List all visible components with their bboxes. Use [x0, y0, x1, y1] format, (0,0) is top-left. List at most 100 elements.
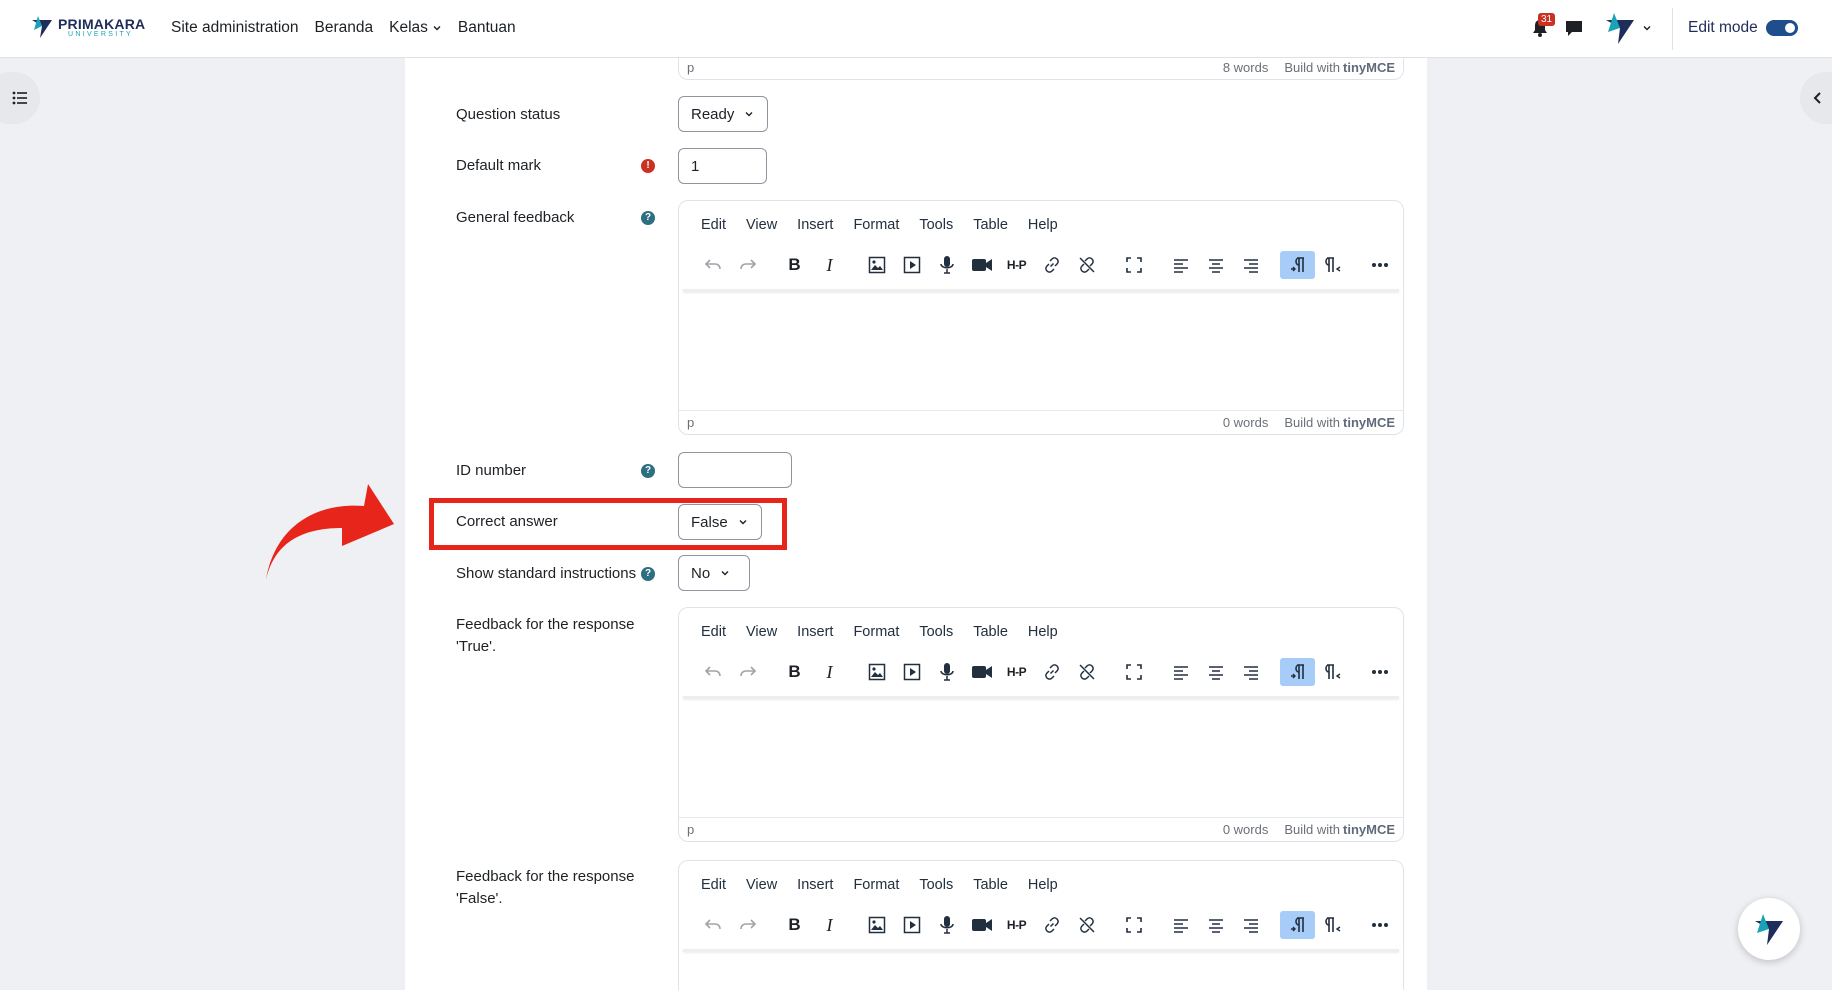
ltr-icon[interactable]	[1280, 911, 1315, 939]
course-index-toggle[interactable]	[0, 72, 40, 124]
link-icon[interactable]	[1034, 251, 1069, 279]
floating-assistant-button[interactable]	[1738, 898, 1800, 960]
microphone-icon[interactable]	[929, 658, 964, 686]
undo-icon[interactable]	[695, 251, 730, 279]
align-right-icon[interactable]	[1233, 911, 1268, 939]
help-icon[interactable]: ?	[641, 211, 655, 225]
id-number-input[interactable]	[678, 452, 792, 488]
italic-icon[interactable]: I	[812, 658, 847, 686]
ltr-icon[interactable]	[1280, 658, 1315, 686]
align-left-icon[interactable]	[1163, 911, 1198, 939]
tinymce-brand[interactable]: tinyMCE	[1343, 415, 1395, 430]
menu-help[interactable]: Help	[1028, 217, 1058, 233]
fullscreen-icon[interactable]	[1116, 251, 1151, 279]
menu-tools[interactable]: Tools	[919, 217, 953, 233]
menu-edit[interactable]: Edit	[701, 877, 726, 893]
general-feedback-editor[interactable]: Edit View Insert Format Tools Table Help…	[678, 200, 1404, 435]
media-icon[interactable]	[894, 911, 929, 939]
align-right-icon[interactable]	[1233, 251, 1268, 279]
nav-beranda[interactable]: Beranda	[315, 19, 374, 37]
menu-help[interactable]: Help	[1028, 624, 1058, 640]
link-icon[interactable]	[1034, 658, 1069, 686]
feedback-false-editor[interactable]: Edit View Insert Format Tools Table Help…	[678, 860, 1404, 990]
align-left-icon[interactable]	[1163, 658, 1198, 686]
nav-kelas[interactable]: Kelas	[389, 19, 442, 37]
menu-table[interactable]: Table	[973, 217, 1008, 233]
menu-format[interactable]: Format	[853, 624, 899, 640]
menu-insert[interactable]: Insert	[797, 624, 833, 640]
align-right-icon[interactable]	[1233, 658, 1268, 686]
menu-insert[interactable]: Insert	[797, 877, 833, 893]
default-mark-input[interactable]: 1	[678, 148, 767, 184]
menu-insert[interactable]: Insert	[797, 217, 833, 233]
fullscreen-icon[interactable]	[1116, 911, 1151, 939]
video-icon[interactable]	[964, 911, 999, 939]
tinymce-brand[interactable]: tinyMCE	[1343, 822, 1395, 837]
align-center-icon[interactable]	[1198, 911, 1233, 939]
user-menu[interactable]	[1602, 10, 1652, 46]
menu-help[interactable]: Help	[1028, 877, 1058, 893]
bold-icon[interactable]: B	[777, 251, 812, 279]
site-logo[interactable]: PRIMAKARA UNIVERSITY	[30, 14, 145, 40]
italic-icon[interactable]: I	[812, 911, 847, 939]
redo-icon[interactable]	[730, 251, 765, 279]
tinymce-brand[interactable]: tinyMCE	[1343, 60, 1395, 75]
rtl-icon[interactable]	[1315, 658, 1350, 686]
block-drawer-toggle[interactable]	[1800, 72, 1832, 124]
media-icon[interactable]	[894, 658, 929, 686]
bold-icon[interactable]: B	[777, 658, 812, 686]
help-icon[interactable]: ?	[641, 567, 655, 581]
media-icon[interactable]	[894, 251, 929, 279]
video-icon[interactable]	[964, 658, 999, 686]
h5p-icon[interactable]: H-P	[999, 251, 1034, 279]
ltr-icon[interactable]	[1280, 251, 1315, 279]
more-icon[interactable]	[1362, 251, 1397, 279]
undo-icon[interactable]	[695, 911, 730, 939]
undo-icon[interactable]	[695, 658, 730, 686]
bold-icon[interactable]: B	[777, 911, 812, 939]
nav-site-administration[interactable]: Site administration	[171, 19, 299, 37]
microphone-icon[interactable]	[929, 251, 964, 279]
feedback-true-editor[interactable]: Edit View Insert Format Tools Table Help…	[678, 607, 1404, 842]
redo-icon[interactable]	[730, 911, 765, 939]
menu-view[interactable]: View	[746, 217, 777, 233]
menu-table[interactable]: Table	[973, 624, 1008, 640]
rtl-icon[interactable]	[1315, 911, 1350, 939]
nav-bantuan[interactable]: Bantuan	[458, 19, 516, 37]
menu-view[interactable]: View	[746, 877, 777, 893]
menu-edit[interactable]: Edit	[701, 624, 726, 640]
edit-mode-toggle[interactable]: Edit mode	[1688, 19, 1798, 37]
link-icon[interactable]	[1034, 911, 1069, 939]
menu-table[interactable]: Table	[973, 877, 1008, 893]
show-instructions-select[interactable]: No	[678, 555, 750, 591]
rtl-icon[interactable]	[1315, 251, 1350, 279]
correct-answer-select[interactable]: False	[678, 504, 762, 540]
menu-tools[interactable]: Tools	[919, 624, 953, 640]
unlink-icon[interactable]	[1069, 911, 1104, 939]
menu-view[interactable]: View	[746, 624, 777, 640]
h5p-icon[interactable]: H-P	[999, 658, 1034, 686]
microphone-icon[interactable]	[929, 911, 964, 939]
question-status-select[interactable]: Ready	[678, 96, 768, 132]
unlink-icon[interactable]	[1069, 251, 1104, 279]
fullscreen-icon[interactable]	[1116, 658, 1151, 686]
align-center-icon[interactable]	[1198, 251, 1233, 279]
menu-format[interactable]: Format	[853, 877, 899, 893]
video-icon[interactable]	[964, 251, 999, 279]
align-left-icon[interactable]	[1163, 251, 1198, 279]
menu-tools[interactable]: Tools	[919, 877, 953, 893]
image-icon[interactable]	[859, 911, 894, 939]
h5p-icon[interactable]: H-P	[999, 911, 1034, 939]
italic-icon[interactable]: I	[812, 251, 847, 279]
redo-icon[interactable]	[730, 658, 765, 686]
more-icon[interactable]	[1362, 911, 1397, 939]
menu-edit[interactable]: Edit	[701, 217, 726, 233]
messages-icon[interactable]	[1564, 18, 1584, 38]
help-icon[interactable]: ?	[641, 464, 655, 478]
image-icon[interactable]	[859, 658, 894, 686]
unlink-icon[interactable]	[1069, 658, 1104, 686]
edit-mode-switch[interactable]	[1765, 20, 1798, 36]
align-center-icon[interactable]	[1198, 658, 1233, 686]
more-icon[interactable]	[1362, 658, 1397, 686]
image-icon[interactable]	[859, 251, 894, 279]
